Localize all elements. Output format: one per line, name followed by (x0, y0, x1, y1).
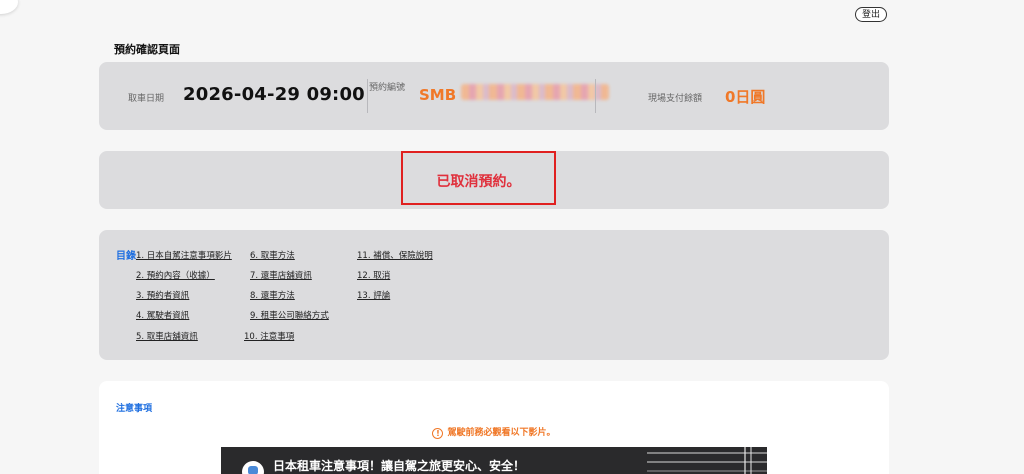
toc-item[interactable]: 9. 租車公司聯絡方式 (250, 309, 329, 321)
toc-item[interactable]: 3. 預約者資訊 (136, 289, 189, 301)
divider (367, 79, 368, 113)
redacted-booking-number (461, 84, 609, 100)
logout-button[interactable]: 登出 (855, 7, 888, 22)
cancel-status-message: 已取消預約。 (436, 174, 521, 190)
pickup-datetime: 2026-04-29 09:00 (183, 84, 365, 105)
toc-link[interactable]: 8. 還車方法 (250, 291, 295, 301)
toc-item[interactable]: 1. 日本自駕注意事項影片 (136, 249, 232, 261)
toc-item[interactable]: 8. 還車方法 (250, 289, 295, 301)
video-thumbnail-lines (647, 447, 767, 474)
toc-heading: 目錄 (116, 251, 136, 262)
toc-link[interactable]: 6. 取車方法 (250, 251, 295, 261)
onsite-payment-label: 現場支付餘額 (648, 94, 703, 104)
page-title: 預約確認頁面 (114, 43, 180, 56)
table-of-contents: 目錄 1. 日本自駕注意事項影片 2. 預約內容（收據） 3. 預約者資訊 4.… (99, 230, 889, 360)
pickup-date-label: 取車日期 (128, 94, 165, 104)
warning-icon: ! (432, 428, 444, 439)
booking-no-label: 預約編號 (369, 83, 406, 93)
toc-link[interactable]: 5. 取車店舖資訊 (136, 332, 198, 342)
notice-warning-text: 駕駛前務必觀看以下影片。 (447, 428, 556, 438)
toc-link[interactable]: 4. 駕駛者資訊 (136, 311, 189, 321)
toc-item[interactable]: 2. 預約內容（收據） (136, 269, 215, 281)
toc-item[interactable]: 6. 取車方法 (250, 249, 295, 261)
toc-link[interactable]: 2. 預約內容（收據） (136, 271, 215, 281)
divider (595, 79, 596, 113)
toc-link[interactable]: 9. 租車公司聯絡方式 (250, 311, 329, 321)
video-title: 日本租車注意事項！讓自駕之旅更安心、安全！ (273, 459, 526, 473)
toc-item[interactable]: 5. 取車店舖資訊 (136, 330, 198, 342)
toc-link[interactable]: 13. 評論 (357, 291, 390, 301)
toc-link[interactable]: 3. 預約者資訊 (136, 291, 189, 301)
toc-link[interactable]: 7. 還車店舖資訊 (250, 271, 312, 281)
booking-summary-card: 取車日期 2026-04-29 09:00 預約編號 SMB 現場支付餘額 0日… (99, 62, 889, 130)
video-player[interactable]: 日本租車注意事項！讓自駕之旅更安心、安全！ (221, 447, 767, 474)
cancel-status-box: 已取消預約。 (401, 151, 556, 205)
toc-item[interactable]: 11. 補償、保險說明 (357, 249, 433, 261)
toc-item[interactable]: 12. 取消 (357, 269, 390, 281)
toc-item[interactable]: 4. 駕駛者資訊 (136, 309, 189, 321)
onsite-payment-value: 0日圓 (725, 88, 766, 106)
toc-link[interactable]: 10. 注意事項 (244, 332, 294, 342)
toc-item[interactable]: 13. 評論 (357, 289, 390, 301)
toc-link[interactable]: 1. 日本自駕注意事項影片 (136, 251, 232, 261)
toc-item[interactable]: 10. 注意事項 (244, 330, 294, 342)
toc-link[interactable]: 12. 取消 (357, 271, 390, 281)
toc-item[interactable]: 7. 還車店舖資訊 (250, 269, 312, 281)
notice-card: 注意事項 ! 駕駛前務必觀看以下影片。 日本租車注意事項！讓自駕之旅更安心、安全！ (99, 381, 889, 474)
notice-warning: ! 駕駛前務必觀看以下影片。 (99, 425, 889, 439)
status-card: 已取消預約。 (99, 151, 889, 209)
notice-heading: 注意事項 (116, 404, 153, 414)
channel-avatar-icon (242, 461, 264, 474)
toc-link[interactable]: 11. 補償、保險說明 (357, 251, 433, 261)
booking-no-value: SMB (419, 86, 457, 104)
avatar (0, 0, 18, 14)
